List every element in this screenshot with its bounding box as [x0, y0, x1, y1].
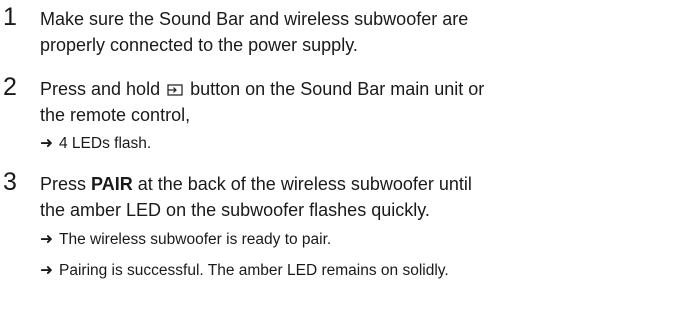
step-number: 3	[3, 168, 17, 196]
source-input-icon	[167, 84, 183, 96]
step-text-segment: button on the Sound Bar main unit or	[190, 79, 485, 99]
step-number: 1	[3, 3, 17, 31]
step-text-segment: Press	[40, 174, 87, 194]
result-line: ➜ 4 LEDs flash.	[40, 133, 674, 155]
instructions-document: 1 Make sure the Sound Bar and wireless s…	[0, 0, 674, 315]
arrow-icon: ➜	[40, 135, 53, 152]
step-text-line: the remote control,	[40, 105, 191, 125]
result-text: 4 LEDs flash.	[59, 135, 152, 152]
arrow-icon: ➜	[40, 231, 53, 248]
step-text-line: Press and hold button on the Sound Bar m…	[40, 76, 670, 102]
arrow-icon: ➜	[40, 262, 53, 279]
step-text-line: the amber LED on the subwoofer flashes q…	[40, 200, 430, 220]
step-number: 2	[3, 73, 17, 101]
step-text-line: Press PAIR at the back of the wireless s…	[40, 171, 670, 197]
step-text-line: Make sure the Sound Bar and wireless sub…	[40, 9, 469, 29]
result-text: Pairing is successful. The amber LED rem…	[59, 262, 449, 279]
step-text-segment: Press and hold	[40, 79, 161, 99]
step-text-segment: at the back of the wireless subwoofer un…	[137, 174, 472, 194]
step-text-line: properly connected to the power supply.	[40, 35, 358, 55]
pair-button-label: PAIR	[91, 174, 133, 194]
result-line: ➜ Pairing is successful. The amber LED re…	[40, 260, 674, 282]
result-text: The wireless subwoofer is ready to pair.	[59, 231, 332, 248]
result-line: ➜ The wireless subwoofer is ready to pair…	[40, 229, 674, 251]
